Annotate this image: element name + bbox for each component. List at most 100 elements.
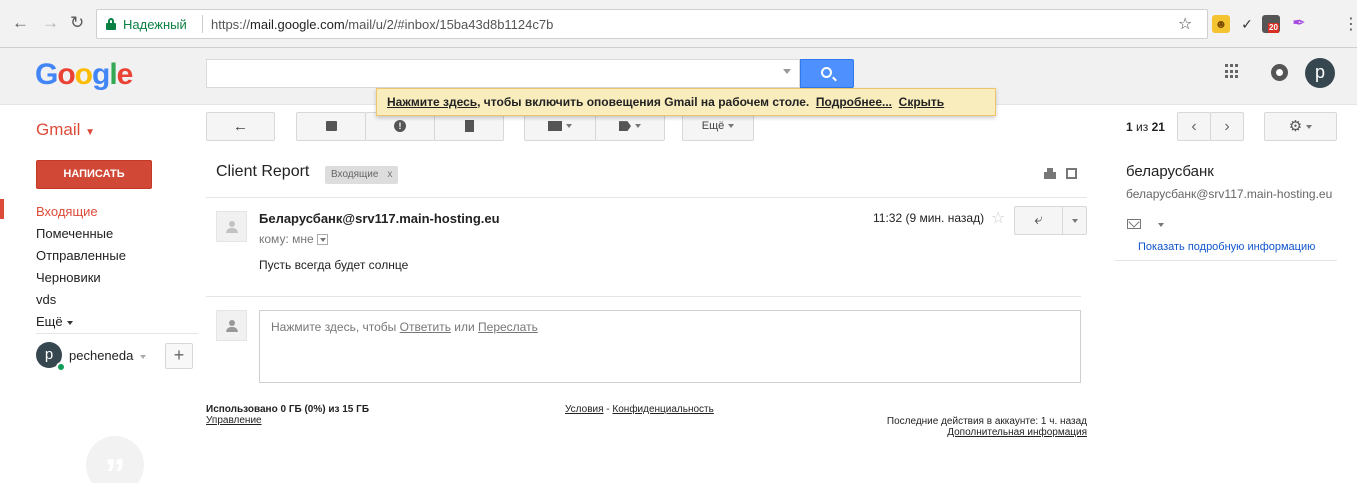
- hangouts-user-menu[interactable]: pecheneda: [69, 348, 147, 363]
- labels-button[interactable]: [595, 112, 665, 141]
- search-input[interactable]: [206, 59, 800, 88]
- chevron-down-icon[interactable]: [1158, 223, 1164, 227]
- message-count: 1 из 21: [1126, 120, 1165, 134]
- sender-address[interactable]: Беларусбанк@srv117.main-hosting.eu: [259, 211, 500, 226]
- count-separator: из: [1132, 120, 1152, 134]
- sidebar-item-vds[interactable]: vds: [36, 289, 126, 311]
- hangouts-user-name: pecheneda: [69, 348, 134, 363]
- compose-button[interactable]: НАПИСАТЬ: [36, 160, 152, 189]
- archive-button[interactable]: [296, 112, 366, 141]
- count-current: 1: [1126, 120, 1133, 134]
- new-window-icon[interactable]: [1066, 168, 1077, 179]
- sidebar-item-starred[interactable]: Помеченные: [36, 223, 126, 245]
- chevron-down-icon: [140, 354, 147, 359]
- message-body: Пусть всегда будет солнце: [259, 258, 409, 272]
- message-subject: Client Report: [216, 163, 310, 180]
- sidebar-nav: Входящие Помеченные Отправленные Чернови…: [36, 201, 126, 333]
- last-activity: Последние действия в аккаунте: 1 ч. наза…: [886, 416, 1087, 427]
- quick-reply-box[interactable]: Нажмите здесь, чтобы Ответить или Пересл…: [259, 310, 1081, 383]
- search-options-icon[interactable]: [783, 69, 791, 74]
- body-divider: [206, 296, 1081, 297]
- learn-more-link[interactable]: Подробнее...: [816, 95, 892, 109]
- url-text: https://mail.google.com/mail/u/2/#inbox/…: [211, 17, 553, 32]
- delete-button[interactable]: [434, 112, 504, 141]
- star-message-icon[interactable]: ☆: [991, 208, 1005, 228]
- print-icon[interactable]: [1044, 168, 1056, 179]
- message-time: 11:32 (9 мин. назад): [873, 211, 985, 225]
- dropdown-arrow-icon: [1306, 125, 1313, 130]
- new-chat-button[interactable]: +: [165, 343, 193, 369]
- privacy-link[interactable]: Конфиденциальность: [612, 404, 713, 415]
- bookmark-star-icon[interactable]: ☆: [1178, 14, 1192, 34]
- reply-button[interactable]: ⤶: [1014, 206, 1063, 235]
- trash-icon: [464, 120, 474, 133]
- logo-letter: o: [57, 58, 75, 91]
- back-to-inbox-button[interactable]: ←: [206, 112, 275, 141]
- reply-arrow-icon: ⤶: [1034, 211, 1043, 228]
- dropdown-arrow-icon: [566, 124, 572, 129]
- forward-arrow-icon[interactable]: →: [42, 14, 59, 32]
- report-spam-button[interactable]: !: [365, 112, 435, 141]
- my-avatar: [216, 310, 247, 341]
- message-more-button[interactable]: [1062, 206, 1087, 235]
- active-item-indicator: [0, 199, 4, 219]
- apps-grid-icon[interactable]: [1225, 64, 1240, 79]
- settings-button[interactable]: ⚙: [1264, 112, 1337, 141]
- sidebar-item-inbox[interactable]: Входящие: [36, 201, 126, 223]
- terms-link[interactable]: Условия: [565, 404, 604, 415]
- manage-storage-link[interactable]: Управление: [206, 415, 262, 426]
- sidebar-item-more-label: Ещё: [36, 314, 63, 329]
- extension-calendar-icon[interactable]: 20: [1262, 15, 1280, 33]
- lock-icon: [106, 18, 116, 30]
- activity-details-link[interactable]: Дополнительная информация: [862, 427, 1087, 438]
- back-arrow-icon[interactable]: ←: [12, 14, 29, 32]
- gmail-menu[interactable]: Gmail ▼: [36, 120, 95, 140]
- forward-link[interactable]: Переслать: [478, 320, 538, 334]
- footer-links: Условия - Конфиденциальность: [565, 404, 714, 415]
- extension-badge: 20: [1268, 23, 1279, 33]
- logo-letter: g: [92, 58, 110, 91]
- reply-or-text: или: [450, 320, 479, 334]
- sidebar-item-more[interactable]: Ещё: [36, 311, 126, 333]
- desktop-notification-banner: Нажмите здесь, чтобы включить оповещения…: [376, 88, 996, 116]
- sidebar-divider: [36, 333, 198, 334]
- remove-label-button[interactable]: x: [387, 169, 392, 180]
- newer-button[interactable]: ‹: [1177, 112, 1211, 141]
- archive-icon: [325, 121, 337, 132]
- enable-notifications-link[interactable]: Нажмите здесь: [387, 95, 477, 109]
- address-bar[interactable]: Надежный https://mail.google.com/mail/u/…: [96, 9, 1208, 39]
- move-to-button[interactable]: [524, 112, 596, 141]
- notifications-icon[interactable]: [1271, 64, 1288, 81]
- browser-toolbar: ← → ↻ Надежный https://mail.google.com/m…: [0, 0, 1357, 48]
- sidebar-item-drafts[interactable]: Черновики: [36, 267, 126, 289]
- logo-letter: G: [35, 58, 58, 91]
- extension-feather-icon[interactable]: ✒: [1290, 15, 1308, 33]
- chevron-down-icon: ▼: [85, 127, 96, 138]
- search-button[interactable]: [800, 59, 854, 88]
- account-avatar[interactable]: p: [1305, 58, 1335, 88]
- inbox-label-chip: Входящие x: [325, 166, 399, 184]
- reply-link[interactable]: Ответить: [400, 320, 451, 334]
- hide-link[interactable]: Скрыть: [899, 95, 945, 109]
- show-details-icon[interactable]: [316, 234, 328, 246]
- more-actions-button[interactable]: Ещё: [682, 112, 754, 141]
- browser-menu-icon[interactable]: ⋮: [1343, 14, 1357, 34]
- extension-v-icon[interactable]: ✓: [1238, 15, 1256, 33]
- email-contact-icon[interactable]: [1127, 219, 1141, 229]
- folder-icon: [548, 121, 562, 132]
- quick-reply-prompt: Нажмите здесь, чтобы Ответить или Пересл…: [271, 320, 538, 334]
- notification-text: , чтобы включить оповещения Gmail на раб…: [477, 95, 810, 109]
- older-button[interactable]: ›: [1210, 112, 1244, 141]
- extension-face-icon[interactable]: ☻: [1212, 15, 1230, 33]
- reload-icon[interactable]: ↻: [70, 14, 84, 32]
- hangouts-quote-icon[interactable]: ”: [86, 436, 144, 483]
- chevron-down-icon: [66, 320, 73, 325]
- google-logo[interactable]: Google: [35, 58, 133, 92]
- sidebar-item-sent[interactable]: Отправленные: [36, 245, 126, 267]
- spam-icon: !: [394, 120, 406, 133]
- show-details-link[interactable]: Показать подробную информацию: [1138, 241, 1315, 253]
- recipient-line: кому: мне: [259, 232, 328, 246]
- storage-usage: Использовано 0 ГБ (0%) из 15 ГБ: [206, 404, 370, 415]
- gmail-menu-label: Gmail: [36, 120, 81, 139]
- url-host: mail.google.com: [250, 17, 345, 32]
